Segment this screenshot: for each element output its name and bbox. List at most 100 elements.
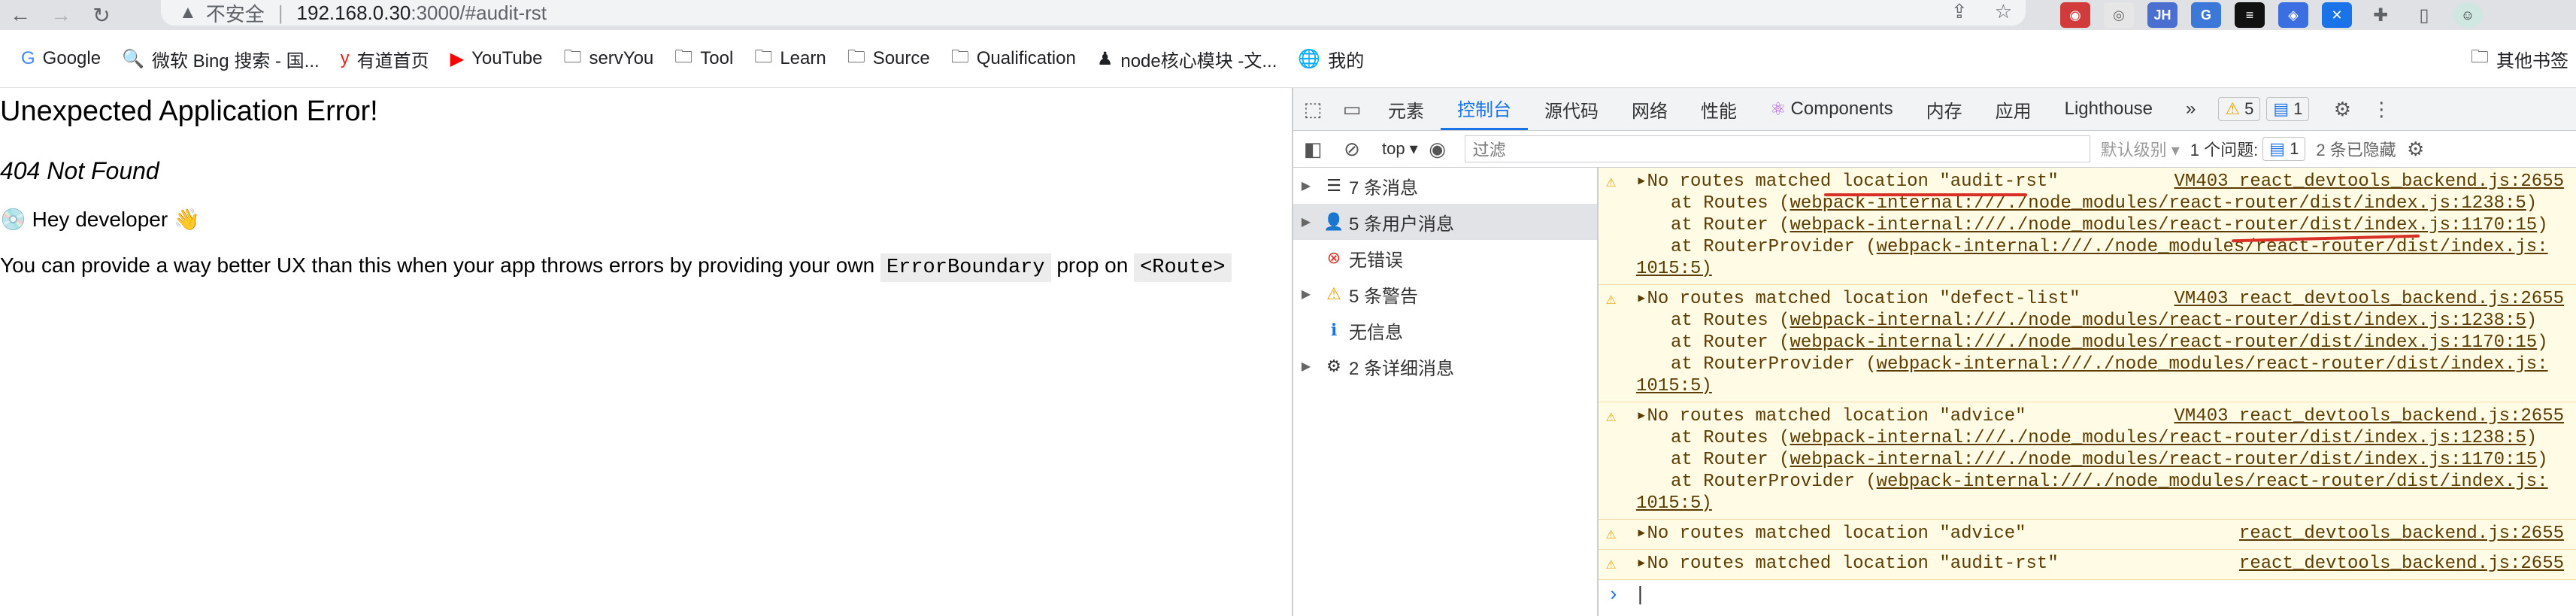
more-options-icon[interactable]: ⋮ <box>2362 88 2401 130</box>
code-route: <Route> <box>1134 253 1232 282</box>
source-link[interactable]: VM403 react_devtools_backend.js:2655 <box>2174 288 2564 310</box>
bookmark-item[interactable]: ♟ node核心模块 -文... <box>1097 46 1277 72</box>
bookmark-icon: 🗀 <box>950 46 969 67</box>
log-level-select[interactable]: 默认级别 ▾ <box>2101 137 2180 161</box>
stack-frame-tail[interactable]: 1015:5) <box>1636 493 2576 514</box>
bookmark-label: Learn <box>780 48 826 68</box>
bookmark-item[interactable]: 🗀 Qualification <box>951 44 1076 74</box>
sidebar-toggle-icon[interactable]: ◧ <box>1293 131 1332 167</box>
sidebar-item[interactable]: ▶ 👤 5 条用户消息 <box>1293 204 1597 240</box>
bookmark-icon: G <box>21 48 35 68</box>
stack-frame-link[interactable]: webpack-internal:///./node_modules/react… <box>1877 354 2548 375</box>
back-button[interactable]: ← <box>0 0 41 30</box>
other-bookmarks[interactable]: 🗀 其他书签 <box>2471 30 2576 87</box>
bookmark-item[interactable]: 🗀 servYou <box>563 44 653 74</box>
settings-gear-icon[interactable]: ⚙ <box>2323 88 2362 130</box>
warnings-badge[interactable]: ⚠ 5 <box>2218 97 2261 121</box>
extension-icon[interactable]: ◈ <box>2278 2 2308 28</box>
warning-line: ▸No routes matched location "audit-rst" V… <box>1636 171 2576 193</box>
bookmark-star-icon[interactable]: ☆ <box>1995 0 2012 23</box>
source-link[interactable]: react_devtools_backend.js:2655 <box>2239 553 2564 575</box>
stack-frame-link[interactable]: webpack-internal:///./node_modules/react… <box>1790 450 2537 470</box>
tab-network[interactable]: 网络 <box>1615 88 1684 130</box>
avatar[interactable]: ☺ <box>2453 2 2483 28</box>
stack-frame-link[interactable]: webpack-internal:///./node_modules/react… <box>1790 428 2526 448</box>
bookmark-label: Google <box>42 48 102 68</box>
bookmark-item[interactable]: ▶ YouTube <box>450 48 543 70</box>
console-warning[interactable]: ⚠ ▸No routes matched location "advice" rea… <box>1599 520 2576 550</box>
console-prompt[interactable]: › | <box>1599 580 2576 610</box>
issues-label: 1 个问题: <box>2190 141 2259 159</box>
bookmark-item[interactable]: G Google <box>21 48 101 69</box>
stack-frame-link[interactable]: webpack-internal:///./node_modules/react… <box>1790 311 2526 331</box>
console-settings-icon[interactable]: ⚙ <box>2396 131 2435 167</box>
stack-frame-tail[interactable]: 1015:5) <box>1636 375 2576 397</box>
address-bar[interactable]: ▲ 不安全 | 192.168.0.30:3000/#audit-rst ⇪ ☆ <box>161 0 2026 26</box>
sidebar-item[interactable]: ⊗ 无错误 <box>1293 240 1597 276</box>
sidebar-item-label: 7 条消息 <box>1349 178 1419 199</box>
eye-icon[interactable]: ◉ <box>1418 131 1457 167</box>
context-selector[interactable]: top ▾ <box>1382 139 1418 159</box>
tab-performance[interactable]: 性能 <box>1684 88 1753 130</box>
stack-frame: at Routes (webpack-internal:///./node_mo… <box>1636 427 2576 449</box>
stack-frame-link[interactable]: webpack-internal:///./node_modules/react… <box>1790 332 2537 353</box>
annotation-underline <box>1824 193 2027 196</box>
tab-memory[interactable]: 内存 <box>1910 88 1979 130</box>
tab-components[interactable]: ⚛ Components <box>1753 88 1910 130</box>
stack-frame-tail[interactable]: 1015:5) <box>1636 258 2576 280</box>
bookmark-item[interactable]: 🗀 Learn <box>754 44 826 74</box>
extension-icon[interactable]: ≡ <box>2235 2 2265 28</box>
share-icon[interactable]: ⇪ <box>1951 0 1968 23</box>
device-toolbar-icon[interactable]: ▭ <box>1332 88 1371 130</box>
console-warning[interactable]: ⚠ ▸No routes matched location "defect-lis… <box>1599 285 2576 402</box>
sidebar-item[interactable]: ℹ 无信息 <box>1293 312 1597 348</box>
source-link[interactable]: react_devtools_backend.js:2655 <box>2239 523 2564 545</box>
tab-elements[interactable]: 元素 <box>1371 88 1441 130</box>
tab-console[interactable]: 控制台 <box>1441 88 1528 130</box>
clear-console-icon[interactable]: ⊘ <box>1332 131 1371 167</box>
extension-icon[interactable]: JH <box>2147 2 2177 28</box>
sidebar-item[interactable]: ▶ ☰ 7 条消息 <box>1293 168 1597 204</box>
devtools-tabs: ⬚ ▭ 元素 控制台 源代码 网络 性能 ⚛ Components 内存 应用 L… <box>1293 88 2576 131</box>
bookmark-icon: ♟ <box>1096 48 1114 69</box>
puzzle-icon[interactable]: ✚ <box>2365 2 2396 28</box>
bookmark-item[interactable]: 🔍 微软 Bing 搜索 - 国... <box>122 46 320 72</box>
stack-frame-link[interactable]: webpack-internal:///./node_modules/react… <box>1877 237 2548 257</box>
bookmark-item[interactable]: 🗀 Source <box>847 44 930 74</box>
messages-badge[interactable]: ▤ 1 <box>2266 97 2310 121</box>
tab-sources[interactable]: 源代码 <box>1528 88 1615 130</box>
sidebar-item-icon: 👤 <box>1323 212 1344 231</box>
extension-icon[interactable]: ✕ <box>2322 2 2352 28</box>
console-warning[interactable]: ⚠ ▸No routes matched location "audit-rst"… <box>1599 168 2576 285</box>
tab-lighthouse[interactable]: Lighthouse <box>2048 88 2169 130</box>
sidebar-item[interactable]: ▶ ⚙ 2 条详细消息 <box>1293 348 1597 384</box>
stack-frame-link[interactable]: webpack-internal:///./node_modules/react… <box>1790 215 2537 235</box>
extension-icon[interactable]: G <box>2191 2 2221 28</box>
stack-frame-link[interactable]: webpack-internal:///./node_modules/react… <box>1877 472 2548 492</box>
sidebar-toggle-icon[interactable]: ▯ <box>2409 2 2439 28</box>
console-filter-input[interactable]: 过滤 <box>1464 135 2090 162</box>
inspect-element-icon[interactable]: ⬚ <box>1293 88 1332 130</box>
message-icon: ▤ <box>2273 99 2290 118</box>
devtools-panel: ⬚ ▭ 元素 控制台 源代码 网络 性能 ⚛ Components 内存 应用 L… <box>1292 88 2576 616</box>
source-link[interactable]: VM403 react_devtools_backend.js:2655 <box>2174 405 2564 427</box>
issues-button[interactable]: 1 个问题: ▤ 1 <box>2190 137 2306 161</box>
more-tabs-button[interactable]: » <box>2169 88 2212 130</box>
forward-button[interactable]: → <box>41 0 81 30</box>
tab-application[interactable]: 应用 <box>1979 88 2048 130</box>
bookmark-item[interactable]: 🌐 我的 <box>1298 46 1364 72</box>
bookmark-item[interactable]: 🗀 Tool <box>674 44 733 74</box>
sidebar-item-icon: ⚠ <box>1326 284 1341 303</box>
source-link[interactable]: VM403 react_devtools_backend.js:2655 <box>2174 171 2564 193</box>
warning-text: ▸No routes matched location "audit-rst" <box>1636 171 2059 192</box>
stack-frame-link[interactable]: webpack-internal:///./node_modules/react… <box>1790 193 2526 214</box>
extension-icon[interactable]: ◉ <box>2060 2 2090 28</box>
console-warning[interactable]: ⚠ ▸No routes matched location "advice" VM4… <box>1599 402 2576 520</box>
warning-icon: ⚠ <box>1606 555 1617 574</box>
warning-line: ▸No routes matched location "audit-rst" r… <box>1636 553 2576 575</box>
console-warning[interactable]: ⚠ ▸No routes matched location "audit-rst"… <box>1599 550 2576 580</box>
reload-button[interactable]: ↻ <box>81 0 122 30</box>
bookmark-item[interactable]: y 有道首页 <box>341 46 429 72</box>
sidebar-item[interactable]: ▶ ⚠ 5 条警告 <box>1293 276 1597 312</box>
extension-icon[interactable]: ◎ <box>2104 2 2134 28</box>
